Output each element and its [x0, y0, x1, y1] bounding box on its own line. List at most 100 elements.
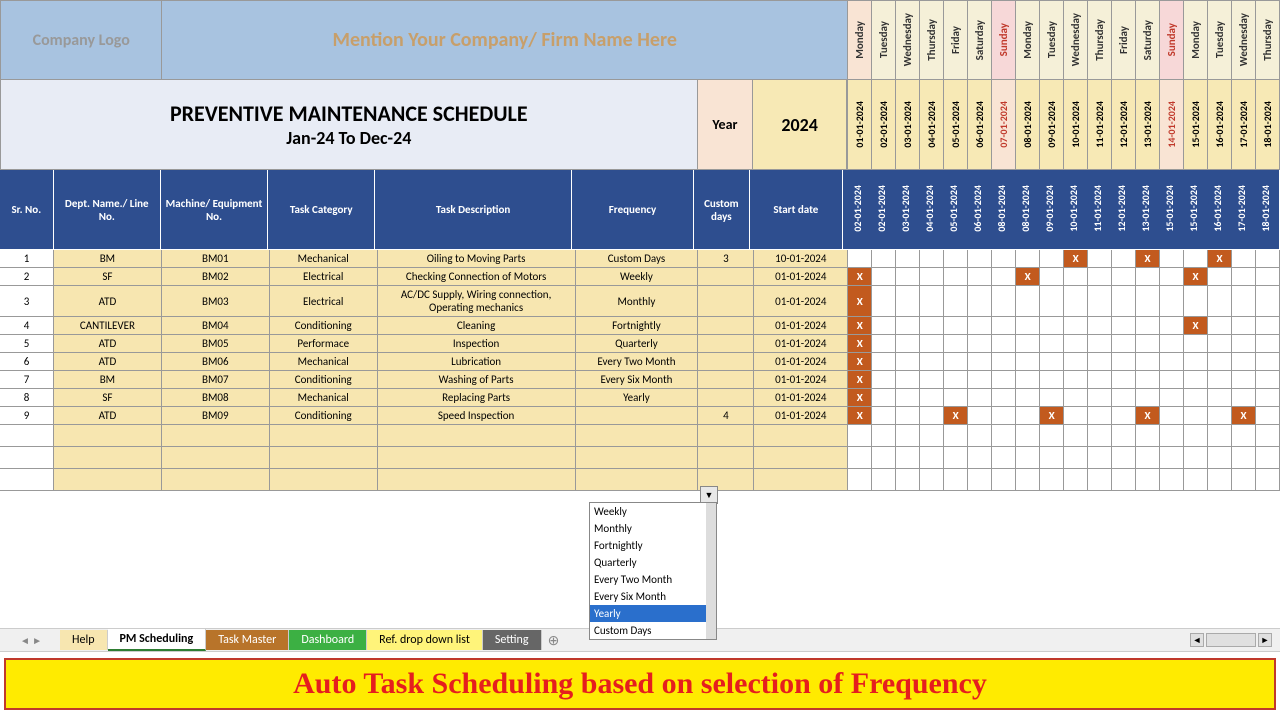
- schedule-cell[interactable]: [1232, 250, 1256, 267]
- schedule-cell[interactable]: [1040, 286, 1064, 316]
- add-sheet-icon[interactable]: ⊕: [542, 632, 566, 649]
- schedule-cell[interactable]: [1256, 335, 1280, 352]
- cell-start[interactable]: 01-01-2024: [754, 371, 848, 388]
- cell-desc[interactable]: Inspection: [378, 335, 576, 352]
- schedule-cell[interactable]: [1160, 286, 1184, 316]
- schedule-cell[interactable]: [1112, 389, 1136, 406]
- schedule-cell[interactable]: [992, 407, 1016, 424]
- schedule-cell[interactable]: [1208, 317, 1232, 334]
- schedule-cell[interactable]: [872, 286, 896, 316]
- schedule-cell[interactable]: [1016, 371, 1040, 388]
- dropdown-option[interactable]: Fortnightly: [590, 537, 716, 554]
- blank-row[interactable]: [0, 447, 1280, 469]
- schedule-cell[interactable]: [872, 268, 896, 285]
- cell-freq[interactable]: Fortnightly: [576, 317, 699, 334]
- schedule-cell[interactable]: [1160, 335, 1184, 352]
- cell-freq[interactable]: Custom Days: [576, 250, 699, 267]
- schedule-cell[interactable]: [944, 250, 968, 267]
- cell-cat[interactable]: Conditioning: [270, 371, 378, 388]
- schedule-cell[interactable]: [1232, 268, 1256, 285]
- cell-mach[interactable]: BM03: [162, 286, 270, 316]
- cell-dept[interactable]: SF: [54, 389, 162, 406]
- dropdown-option[interactable]: Weekly: [590, 503, 716, 520]
- cell-cat[interactable]: Mechanical: [270, 353, 378, 370]
- schedule-cell[interactable]: [1088, 317, 1112, 334]
- tab-setting[interactable]: Setting: [483, 630, 542, 650]
- schedule-cell[interactable]: [992, 317, 1016, 334]
- schedule-cell[interactable]: X: [1208, 250, 1232, 267]
- cell-dept[interactable]: ATD: [54, 353, 162, 370]
- table-row[interactable]: 6ATDBM06MechanicalLubricationEvery Two M…: [0, 353, 1280, 371]
- schedule-cell[interactable]: [1208, 335, 1232, 352]
- schedule-cell[interactable]: [1016, 335, 1040, 352]
- schedule-cell[interactable]: [944, 389, 968, 406]
- schedule-cell[interactable]: [1064, 371, 1088, 388]
- schedule-cell[interactable]: [1160, 389, 1184, 406]
- tab-task-master[interactable]: Task Master: [206, 630, 289, 650]
- schedule-cell[interactable]: [1160, 250, 1184, 267]
- schedule-cell[interactable]: [1232, 286, 1256, 316]
- schedule-cell[interactable]: [896, 353, 920, 370]
- cell-cust[interactable]: [698, 371, 754, 388]
- cell-sr[interactable]: 3: [0, 286, 54, 316]
- cell-mach[interactable]: BM08: [162, 389, 270, 406]
- schedule-cell[interactable]: [1256, 317, 1280, 334]
- table-row[interactable]: 1BMBM01MechanicalOiling to Moving PartsC…: [0, 250, 1280, 268]
- schedule-cell[interactable]: [1040, 250, 1064, 267]
- cell-sr[interactable]: 6: [0, 353, 54, 370]
- schedule-cell[interactable]: [872, 250, 896, 267]
- schedule-cell[interactable]: [872, 353, 896, 370]
- cell-cat[interactable]: Mechanical: [270, 250, 378, 267]
- schedule-cell[interactable]: [1184, 407, 1208, 424]
- cell-sr[interactable]: 5: [0, 335, 54, 352]
- schedule-cell[interactable]: [1160, 268, 1184, 285]
- schedule-cell[interactable]: [1184, 335, 1208, 352]
- schedule-cell[interactable]: X: [1040, 407, 1064, 424]
- schedule-cell[interactable]: [1208, 268, 1232, 285]
- schedule-cell[interactable]: [968, 250, 992, 267]
- schedule-cell[interactable]: X: [1016, 268, 1040, 285]
- cell-start[interactable]: 01-01-2024: [754, 353, 848, 370]
- schedule-cell[interactable]: [1184, 389, 1208, 406]
- schedule-cell[interactable]: [1184, 371, 1208, 388]
- schedule-cell[interactable]: [872, 371, 896, 388]
- schedule-cell[interactable]: [1256, 268, 1280, 285]
- schedule-cell[interactable]: [1088, 250, 1112, 267]
- cell-mach[interactable]: BM07: [162, 371, 270, 388]
- schedule-cell[interactable]: [992, 371, 1016, 388]
- schedule-cell[interactable]: X: [1136, 250, 1160, 267]
- table-row[interactable]: 5ATDBM05PerformaceInspectionQuarterly01-…: [0, 335, 1280, 353]
- cell-freq[interactable]: Monthly: [576, 286, 699, 316]
- schedule-cell[interactable]: [848, 250, 872, 267]
- schedule-cell[interactable]: [1208, 389, 1232, 406]
- frequency-dropdown[interactable]: WeeklyMonthlyFortnightlyQuarterlyEvery T…: [589, 502, 717, 640]
- schedule-cell[interactable]: [968, 335, 992, 352]
- schedule-cell[interactable]: [1064, 389, 1088, 406]
- schedule-cell[interactable]: [1136, 389, 1160, 406]
- year-value[interactable]: 2024: [753, 80, 847, 169]
- dropdown-scrollbar[interactable]: [706, 503, 716, 639]
- schedule-cell[interactable]: [1232, 317, 1256, 334]
- schedule-cell[interactable]: [896, 250, 920, 267]
- blank-row[interactable]: [0, 425, 1280, 447]
- cell-sr[interactable]: 2: [0, 268, 54, 285]
- cell-start[interactable]: 01-01-2024: [754, 286, 848, 316]
- schedule-cell[interactable]: X: [848, 353, 872, 370]
- schedule-cell[interactable]: [872, 407, 896, 424]
- schedule-cell[interactable]: [1088, 407, 1112, 424]
- cell-cat[interactable]: Performace: [270, 335, 378, 352]
- schedule-cell[interactable]: [1088, 286, 1112, 316]
- schedule-cell[interactable]: [944, 371, 968, 388]
- tab-dashboard[interactable]: Dashboard: [289, 630, 367, 650]
- cell-desc[interactable]: AC/DC Supply, Wiring connection, Operati…: [378, 286, 576, 316]
- table-row[interactable]: 9ATDBM09ConditioningSpeed Inspection401-…: [0, 407, 1280, 425]
- cell-freq[interactable]: [576, 407, 699, 424]
- schedule-cell[interactable]: X: [848, 371, 872, 388]
- schedule-cell[interactable]: [992, 268, 1016, 285]
- cell-dept[interactable]: CANTILEVER: [54, 317, 162, 334]
- cell-desc[interactable]: Replacing Parts: [378, 389, 576, 406]
- schedule-cell[interactable]: [944, 353, 968, 370]
- schedule-cell[interactable]: [1112, 371, 1136, 388]
- schedule-cell[interactable]: [920, 353, 944, 370]
- schedule-cell[interactable]: [992, 250, 1016, 267]
